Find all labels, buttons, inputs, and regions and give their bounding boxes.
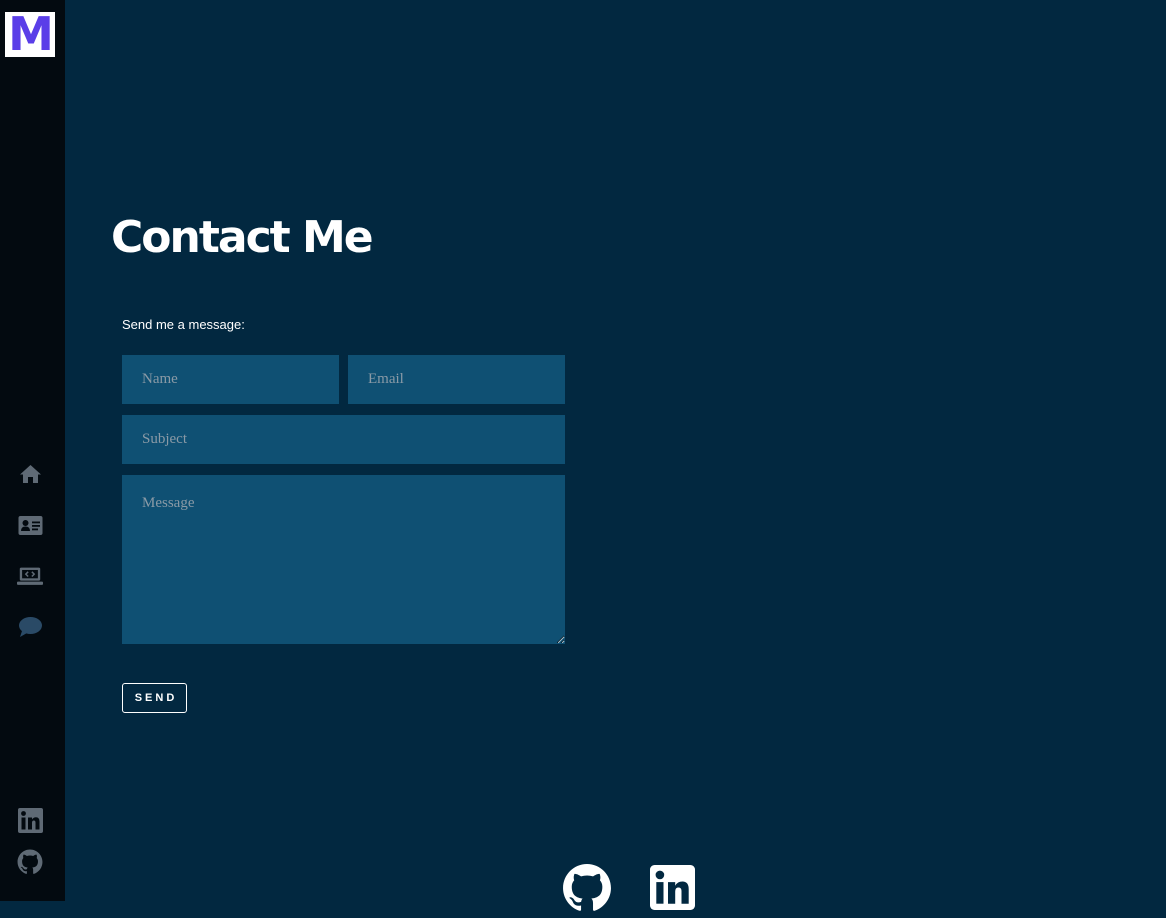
- main-content: Contact Me Send me a message: SEND: [65, 0, 1166, 911]
- subject-field[interactable]: [122, 415, 565, 464]
- footer-github-icon[interactable]: [562, 863, 612, 918]
- sidebar: M: [0, 0, 65, 901]
- laptop-code-icon[interactable]: [17, 563, 43, 589]
- linkedin-icon[interactable]: [17, 807, 43, 833]
- site-logo[interactable]: M: [5, 7, 55, 61]
- home-icon[interactable]: [17, 461, 43, 487]
- message-field[interactable]: [122, 475, 565, 644]
- contact-card-icon[interactable]: [17, 512, 43, 538]
- email-field[interactable]: [348, 355, 565, 404]
- chat-bubble-icon[interactable]: [17, 614, 43, 640]
- footer-linkedin-icon[interactable]: [650, 865, 695, 915]
- form-caption: Send me a message:: [122, 317, 245, 332]
- name-field[interactable]: [122, 355, 339, 404]
- github-icon[interactable]: [17, 849, 43, 875]
- page-title: Contact Me: [111, 212, 374, 263]
- send-button[interactable]: SEND: [122, 683, 187, 713]
- logo-letter: M: [8, 7, 54, 61]
